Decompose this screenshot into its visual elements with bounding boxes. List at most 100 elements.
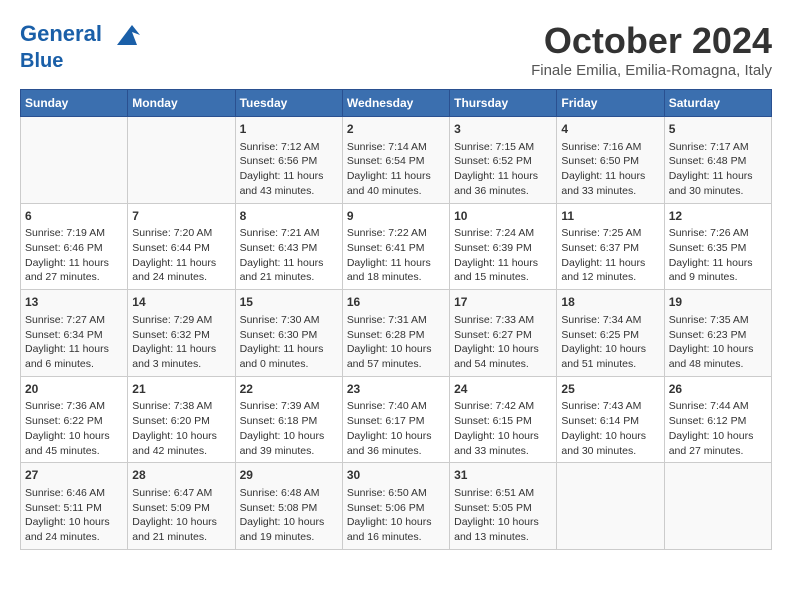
calendar-table: SundayMondayTuesdayWednesdayThursdayFrid…: [20, 89, 772, 550]
calendar-cell: 27 Sunrise: 6:46 AM Sunset: 5:11 PM Dayli…: [21, 463, 128, 550]
calendar-cell: [557, 463, 664, 550]
calendar-cell: 25 Sunrise: 7:43 AM Sunset: 6:14 PM Dayli…: [557, 376, 664, 463]
calendar-cell: 10 Sunrise: 7:24 AM Sunset: 6:39 PM Dayli…: [450, 203, 557, 290]
day-info: Sunrise: 7:42 AM Sunset: 6:15 PM Dayligh…: [454, 400, 539, 456]
day-info: Sunrise: 7:26 AM Sunset: 6:35 PM Dayligh…: [669, 227, 753, 283]
calendar-cell: 13 Sunrise: 7:27 AM Sunset: 6:34 PM Dayli…: [21, 290, 128, 377]
calendar-cell: 15 Sunrise: 7:30 AM Sunset: 6:30 PM Dayli…: [235, 290, 342, 377]
calendar-week-row: 27 Sunrise: 6:46 AM Sunset: 5:11 PM Dayli…: [21, 463, 772, 550]
day-number: 10: [454, 208, 552, 225]
calendar-cell: 11Sunrise: 7:25 AM Sunset: 6:37 PM Dayli…: [557, 203, 664, 290]
day-number: 13: [25, 294, 123, 311]
day-number: 9: [347, 208, 445, 225]
day-number: 30: [347, 467, 445, 484]
day-number: 27: [25, 467, 123, 484]
day-info: Sunrise: 7:14 AM Sunset: 6:54 PM Dayligh…: [347, 141, 431, 197]
day-number: 26: [669, 381, 767, 398]
calendar-cell: 17 Sunrise: 7:33 AM Sunset: 6:27 PM Dayli…: [450, 290, 557, 377]
day-number: 15: [240, 294, 338, 311]
calendar-week-row: 6 Sunrise: 7:19 AM Sunset: 6:46 PM Daylig…: [21, 203, 772, 290]
day-info: Sunrise: 7:21 AM Sunset: 6:43 PM Dayligh…: [240, 227, 324, 283]
day-info: Sunrise: 7:39 AM Sunset: 6:18 PM Dayligh…: [240, 400, 325, 456]
calendar-cell: 24 Sunrise: 7:42 AM Sunset: 6:15 PM Dayli…: [450, 376, 557, 463]
day-info: Sunrise: 7:40 AM Sunset: 6:17 PM Dayligh…: [347, 400, 432, 456]
weekday-header-saturday: Saturday: [664, 90, 771, 117]
calendar-cell: 8 Sunrise: 7:21 AM Sunset: 6:43 PM Daylig…: [235, 203, 342, 290]
calendar-cell: 28Sunrise: 6:47 AM Sunset: 5:09 PM Dayli…: [128, 463, 235, 550]
calendar-week-row: 20 Sunrise: 7:36 AM Sunset: 6:22 PM Dayli…: [21, 376, 772, 463]
day-number: 20: [25, 381, 123, 398]
calendar-cell: 22 Sunrise: 7:39 AM Sunset: 6:18 PM Dayli…: [235, 376, 342, 463]
calendar-cell: 4Sunrise: 7:16 AM Sunset: 6:50 PM Daylig…: [557, 117, 664, 204]
calendar-cell: [664, 463, 771, 550]
day-number: 31: [454, 467, 552, 484]
day-info: Sunrise: 7:31 AM Sunset: 6:28 PM Dayligh…: [347, 314, 432, 370]
day-info: Sunrise: 7:30 AM Sunset: 6:30 PM Dayligh…: [240, 314, 324, 370]
day-number: 14: [132, 294, 230, 311]
day-info: Sunrise: 7:12 AM Sunset: 6:56 PM Dayligh…: [240, 141, 324, 197]
calendar-cell: [21, 117, 128, 204]
day-info: Sunrise: 7:33 AM Sunset: 6:27 PM Dayligh…: [454, 314, 539, 370]
logo-blue: Blue: [20, 50, 142, 72]
title-block: October 2024 Finale Emilia, Emilia-Romag…: [531, 20, 772, 79]
day-info: Sunrise: 7:44 AM Sunset: 6:12 PM Dayligh…: [669, 400, 754, 456]
calendar-cell: 1Sunrise: 7:12 AM Sunset: 6:56 PM Daylig…: [235, 117, 342, 204]
calendar-cell: 3Sunrise: 7:15 AM Sunset: 6:52 PM Daylig…: [450, 117, 557, 204]
day-info: Sunrise: 7:22 AM Sunset: 6:41 PM Dayligh…: [347, 227, 431, 283]
day-info: Sunrise: 6:50 AM Sunset: 5:06 PM Dayligh…: [347, 487, 432, 543]
calendar-week-row: 13 Sunrise: 7:27 AM Sunset: 6:34 PM Dayli…: [21, 290, 772, 377]
calendar-cell: 6 Sunrise: 7:19 AM Sunset: 6:46 PM Daylig…: [21, 203, 128, 290]
day-info: Sunrise: 7:20 AM Sunset: 6:44 PM Dayligh…: [132, 227, 216, 283]
day-number: 11: [561, 208, 659, 225]
calendar-cell: 5 Sunrise: 7:17 AM Sunset: 6:48 PM Daylig…: [664, 117, 771, 204]
day-info: Sunrise: 7:43 AM Sunset: 6:14 PM Dayligh…: [561, 400, 646, 456]
calendar-cell: 18Sunrise: 7:34 AM Sunset: 6:25 PM Dayli…: [557, 290, 664, 377]
day-number: 5: [669, 121, 767, 138]
day-number: 21: [132, 381, 230, 398]
weekday-header-tuesday: Tuesday: [235, 90, 342, 117]
day-number: 22: [240, 381, 338, 398]
day-info: Sunrise: 6:46 AM Sunset: 5:11 PM Dayligh…: [25, 487, 110, 543]
weekday-header-wednesday: Wednesday: [342, 90, 449, 117]
calendar-cell: 16 Sunrise: 7:31 AM Sunset: 6:28 PM Dayli…: [342, 290, 449, 377]
day-number: 23: [347, 381, 445, 398]
logo-text: General: [20, 20, 142, 50]
location-title: Finale Emilia, Emilia-Romagna, Italy: [531, 62, 772, 79]
calendar-cell: 2 Sunrise: 7:14 AM Sunset: 6:54 PM Daylig…: [342, 117, 449, 204]
day-info: Sunrise: 7:38 AM Sunset: 6:20 PM Dayligh…: [132, 400, 217, 456]
calendar-cell: 19Sunrise: 7:35 AM Sunset: 6:23 PM Dayli…: [664, 290, 771, 377]
day-number: 6: [25, 208, 123, 225]
day-number: 3: [454, 121, 552, 138]
day-info: Sunrise: 7:19 AM Sunset: 6:46 PM Dayligh…: [25, 227, 109, 283]
day-info: Sunrise: 7:17 AM Sunset: 6:48 PM Dayligh…: [669, 141, 753, 197]
weekday-header-row: SundayMondayTuesdayWednesdayThursdayFrid…: [21, 90, 772, 117]
logo-icon: [112, 20, 142, 50]
weekday-header-friday: Friday: [557, 90, 664, 117]
day-info: Sunrise: 7:29 AM Sunset: 6:32 PM Dayligh…: [132, 314, 216, 370]
day-info: Sunrise: 7:36 AM Sunset: 6:22 PM Dayligh…: [25, 400, 110, 456]
day-number: 19: [669, 294, 767, 311]
weekday-header-sunday: Sunday: [21, 90, 128, 117]
day-number: 2: [347, 121, 445, 138]
day-info: Sunrise: 7:34 AM Sunset: 6:25 PM Dayligh…: [561, 314, 646, 370]
calendar-cell: 9 Sunrise: 7:22 AM Sunset: 6:41 PM Daylig…: [342, 203, 449, 290]
day-number: 17: [454, 294, 552, 311]
day-info: Sunrise: 6:51 AM Sunset: 5:05 PM Dayligh…: [454, 487, 539, 543]
calendar-cell: 7Sunrise: 7:20 AM Sunset: 6:44 PM Daylig…: [128, 203, 235, 290]
calendar-cell: 31 Sunrise: 6:51 AM Sunset: 5:05 PM Dayli…: [450, 463, 557, 550]
day-number: 24: [454, 381, 552, 398]
calendar-cell: 20 Sunrise: 7:36 AM Sunset: 6:22 PM Dayli…: [21, 376, 128, 463]
day-info: Sunrise: 7:27 AM Sunset: 6:34 PM Dayligh…: [25, 314, 109, 370]
day-info: Sunrise: 7:24 AM Sunset: 6:39 PM Dayligh…: [454, 227, 538, 283]
day-number: 16: [347, 294, 445, 311]
weekday-header-monday: Monday: [128, 90, 235, 117]
day-number: 25: [561, 381, 659, 398]
calendar-cell: 14 Sunrise: 7:29 AM Sunset: 6:32 PM Dayli…: [128, 290, 235, 377]
calendar-cell: 12Sunrise: 7:26 AM Sunset: 6:35 PM Dayli…: [664, 203, 771, 290]
day-number: 8: [240, 208, 338, 225]
calendar-week-row: 1Sunrise: 7:12 AM Sunset: 6:56 PM Daylig…: [21, 117, 772, 204]
weekday-header-thursday: Thursday: [450, 90, 557, 117]
calendar-body: 1Sunrise: 7:12 AM Sunset: 6:56 PM Daylig…: [21, 117, 772, 550]
calendar-cell: 30 Sunrise: 6:50 AM Sunset: 5:06 PM Dayli…: [342, 463, 449, 550]
day-info: Sunrise: 6:47 AM Sunset: 5:09 PM Dayligh…: [132, 487, 217, 543]
